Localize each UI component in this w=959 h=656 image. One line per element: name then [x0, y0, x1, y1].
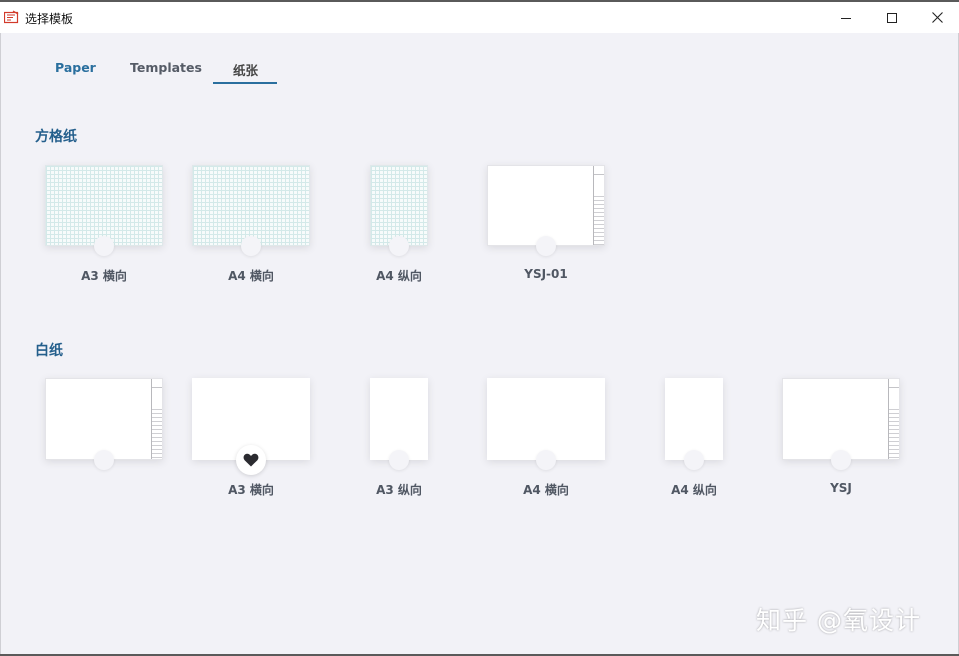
card-knob: [241, 236, 261, 256]
favorite-button[interactable]: [236, 445, 266, 475]
card-label: YSJ-01: [524, 267, 568, 281]
template-card-blank-a4-landscape[interactable]: [487, 378, 605, 460]
watermark: 知乎 @氧设计: [756, 606, 921, 635]
card-label: A3 纵向: [376, 483, 422, 497]
template-card-ysj-01[interactable]: [487, 165, 605, 246]
template-card-grid-a4-portrait[interactable]: [370, 165, 428, 246]
maximize-icon: [887, 12, 897, 23]
title-block-strip: [593, 166, 604, 245]
card-knob: [94, 450, 114, 470]
card-knob: [684, 450, 704, 470]
card-knob: [389, 450, 409, 470]
card-label: A3 横向: [81, 269, 127, 283]
tab-templates[interactable]: Templates: [130, 60, 202, 75]
section-title-blank-paper: 白纸: [35, 343, 63, 359]
section-title-grid-paper: 方格纸: [35, 129, 77, 145]
template-card-blank-frame[interactable]: [45, 378, 163, 460]
heart-icon: [243, 453, 259, 467]
title-block-strip: [151, 379, 162, 459]
card-label: A4 横向: [523, 483, 569, 497]
template-card-blank-a3-portrait[interactable]: [370, 378, 428, 460]
card-label: YSJ: [830, 481, 852, 495]
tab-zhizhang[interactable]: 纸张: [233, 60, 258, 79]
template-card-ysj[interactable]: [782, 378, 900, 460]
title-bar: 选择模板: [0, 0, 959, 33]
card-label: A4 纵向: [376, 269, 422, 283]
title-block-strip: [888, 379, 899, 459]
app-icon: [4, 10, 19, 24]
close-button[interactable]: [914, 2, 959, 33]
card-knob: [536, 450, 556, 470]
maximize-button[interactable]: [869, 2, 915, 33]
card-label: A4 横向: [228, 269, 274, 283]
template-card-grid-a4-landscape[interactable]: [192, 165, 310, 246]
close-icon: [931, 12, 943, 23]
minimize-button[interactable]: [823, 2, 869, 33]
tab-paper[interactable]: Paper: [55, 60, 96, 75]
card-label: A4 纵向: [671, 483, 717, 497]
window-title: 选择模板: [25, 12, 74, 26]
window-border-left: [0, 33, 1, 656]
card-knob: [831, 450, 851, 470]
active-tab-indicator: [213, 82, 277, 84]
template-card-grid-a3-landscape[interactable]: [45, 165, 163, 246]
template-card-blank-a4-portrait[interactable]: [665, 378, 723, 460]
card-knob: [94, 236, 114, 256]
card-knob: [389, 236, 409, 256]
card-label: A3 横向: [228, 483, 274, 497]
card-knob: [536, 236, 556, 256]
minimize-icon: [841, 17, 851, 19]
